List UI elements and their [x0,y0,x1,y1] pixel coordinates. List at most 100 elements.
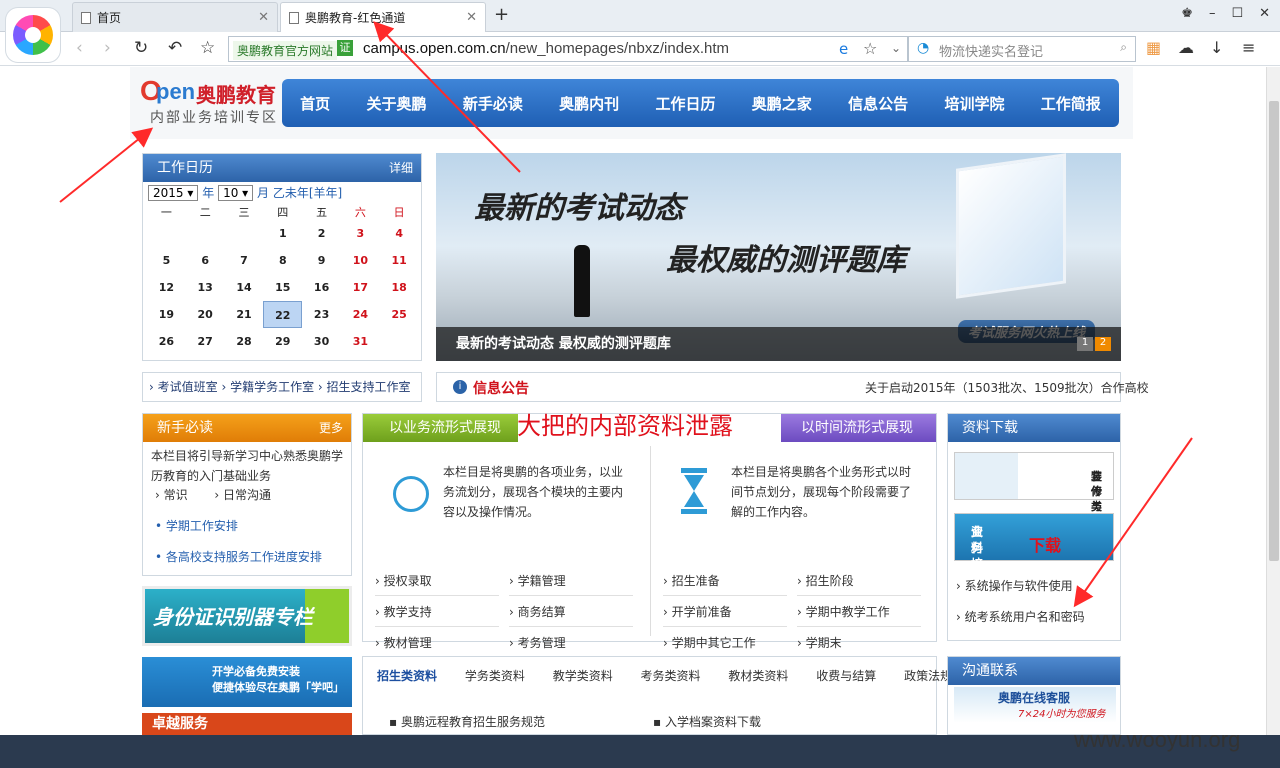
nav-item-home[interactable]: 首页 [300,93,330,114]
close-tab-icon[interactable]: ✕ [466,10,477,25]
calendar-day[interactable]: 23 [302,301,341,328]
address-bar[interactable]: 奥鹏教育官方网站 证 campus.open.com.cn/new_homepa… [228,36,908,62]
maximize-button[interactable]: ☐ [1231,6,1243,21]
back-icon[interactable]: ‹ [76,38,83,58]
calendar-day[interactable]: 24 [341,301,380,328]
calendar-day[interactable]: 27 [186,328,225,355]
tab-home[interactable]: 首页 ✕ [72,2,278,32]
link-exam-admin[interactable]: › 考务管理 [509,628,633,658]
nav-item-family[interactable]: 奥鹏之家 [752,93,812,114]
calendar-day[interactable]: 12 [147,274,186,301]
notice-marquee[interactable]: 关于启动2015年（1503批次、1509批次）合作高校 [865,379,1149,396]
nav-item-about[interactable]: 关于奥鹏 [366,93,426,114]
search-box[interactable]: ◔ 物流快递实名登记 ⌕ [908,36,1136,62]
cloud-icon[interactable]: ☁ [1178,38,1194,57]
calendar-day[interactable]: 20 [186,301,225,328]
calendar-day[interactable]: 8 [263,247,302,274]
new-tab-button[interactable]: + [494,4,509,25]
tab-academic[interactable]: 学务类资料 [465,669,525,683]
id-reader-banner[interactable]: 身份证识别器专栏 [142,586,352,646]
favorite-icon[interactable]: ☆ [863,39,877,58]
close-tab-icon[interactable]: ✕ [258,10,269,25]
xueba-ad[interactable]: 开学必备免费安装 便捷体验尽在奥鹏「学吧」 [142,657,352,707]
tab-fees[interactable]: 收费与结算 [816,669,876,683]
calendar-day[interactable]: 10 [341,247,380,274]
calendar-day[interactable]: 30 [302,328,341,355]
calendar-day[interactable]: 19 [147,301,186,328]
calendar-day[interactable]: 14 [225,274,264,301]
url-text[interactable]: campus.open.com.cn/new_homepages/nbxz/in… [363,40,729,57]
service-ad[interactable]: 卓越服务 [142,713,352,735]
link-enroll-prep[interactable]: › 招生准备 [663,566,787,596]
nav-item-calendar[interactable]: 工作日历 [655,93,715,114]
tab-policy[interactable]: 政策法规 [904,669,952,683]
resource-item[interactable]: ▪ 奥鹏远程教育招生服务规范 [389,713,545,730]
biz-flow-tab[interactable]: 以业务流形式展现 [363,414,518,442]
banner-page-1[interactable]: 1 [1077,337,1093,351]
link-exam-credentials[interactable]: › 统考系统用户名和密码 [956,608,1085,625]
nav-item-newbie[interactable]: 新手必读 [463,93,523,114]
calendar-day[interactable]: 22 [263,301,303,328]
calendar-day[interactable]: 15 [263,274,302,301]
calendar-day[interactable]: 11 [380,247,419,274]
link-mid-teaching[interactable]: › 学期中教学工作 [797,597,921,627]
apps-icon[interactable]: ▦ [1146,38,1161,57]
calendar-day[interactable]: 5 [147,247,186,274]
calendar-day[interactable]: 21 [225,301,264,328]
promo-banner[interactable]: 最新的考试动态 最权威的测评题库 考试服务网火热上线 最新的考试动态 最权威的测… [436,153,1121,361]
calendar-more-link[interactable]: 详细 [389,154,413,182]
browser-logo[interactable] [6,8,60,62]
calendar-day[interactable]: 25 [380,301,419,328]
reload-icon[interactable]: ↻ [134,38,148,58]
link-semester-plan[interactable]: • 学期工作安排 [155,517,238,534]
vertical-scrollbar[interactable] [1266,67,1280,735]
ie-mode-icon[interactable]: e [839,40,848,58]
calendar-day[interactable]: 18 [380,274,419,301]
nav-item-journal[interactable]: 奥鹏内刊 [559,93,619,114]
newbie-more-link[interactable]: 更多 [319,414,343,442]
tab-teaching[interactable]: 教学类资料 [553,669,613,683]
link-term-end[interactable]: › 学期末 [797,628,921,658]
calendar-day[interactable]: 7 [225,247,264,274]
link-teaching[interactable]: › 教学支持 [375,597,499,627]
tab-exam[interactable]: 考务类资料 [641,669,701,683]
link-progress-plan[interactable]: • 各高校支持服务工作进度安排 [155,548,322,565]
skin-icon[interactable]: ♚ [1181,6,1193,21]
link-system-usage[interactable]: › 系统操作与软件使用 [956,577,1073,594]
online-service-banner[interactable]: 奥鹏在线客服 7×24小时为您服务 [954,687,1116,723]
minimize-button[interactable]: – [1209,6,1216,21]
link-enroll-stage[interactable]: › 招生阶段 [797,566,921,596]
link-settlement[interactable]: › 商务结算 [509,597,633,627]
year-select[interactable]: 2015 ▾ [148,185,199,201]
nav-item-brief[interactable]: 工作简报 [1041,93,1101,114]
month-select[interactable]: 10 ▾ [218,185,254,201]
link-enroll-room[interactable]: 招生支持工作室 [327,380,411,394]
calendar-day[interactable]: 1 [263,220,302,247]
calendar-day[interactable]: 31 [341,328,380,355]
calendar-day[interactable]: 13 [186,274,225,301]
calendar-day[interactable]: 17 [341,274,380,301]
link-pre-term[interactable]: › 开学前准备 [663,597,787,627]
calendar-day[interactable]: 3 [341,220,380,247]
close-window-button[interactable]: ✕ [1259,6,1270,21]
link-registry[interactable]: › 学籍管理 [509,566,633,596]
link-daily-comm[interactable]: 日常沟通 [223,488,271,502]
bookmark-star-icon[interactable]: ☆ [200,38,215,58]
calendar-day[interactable]: 16 [302,274,341,301]
chevron-down-icon[interactable]: ⌄ [891,41,901,55]
time-flow-tab[interactable]: 以时间流形式展现 [781,414,936,442]
tab-enroll[interactable]: 招生类资料 [377,669,437,683]
menu-icon[interactable]: ≡ [1242,38,1255,57]
decor-download-banner[interactable]: 装修与市场宣传类下载 [954,452,1114,543]
calendar-day[interactable]: 9 [302,247,341,274]
link-materials[interactable]: › 教材管理 [375,628,499,658]
training-download-banner[interactable]: 业务培训 资料 下载 [954,513,1114,587]
search-icon[interactable]: ⌕ [1120,40,1127,55]
download-icon[interactable]: ↓ [1210,38,1223,57]
link-common-sense[interactable]: 常识 [164,488,188,502]
link-mid-other[interactable]: › 学期中其它工作 [663,628,787,658]
nav-item-notice[interactable]: 信息公告 [848,93,908,114]
resource-item[interactable]: ▪ 入学档案资料下载 [653,713,761,730]
calendar-day[interactable]: 29 [263,328,302,355]
tab-material[interactable]: 教材类资料 [728,669,788,683]
